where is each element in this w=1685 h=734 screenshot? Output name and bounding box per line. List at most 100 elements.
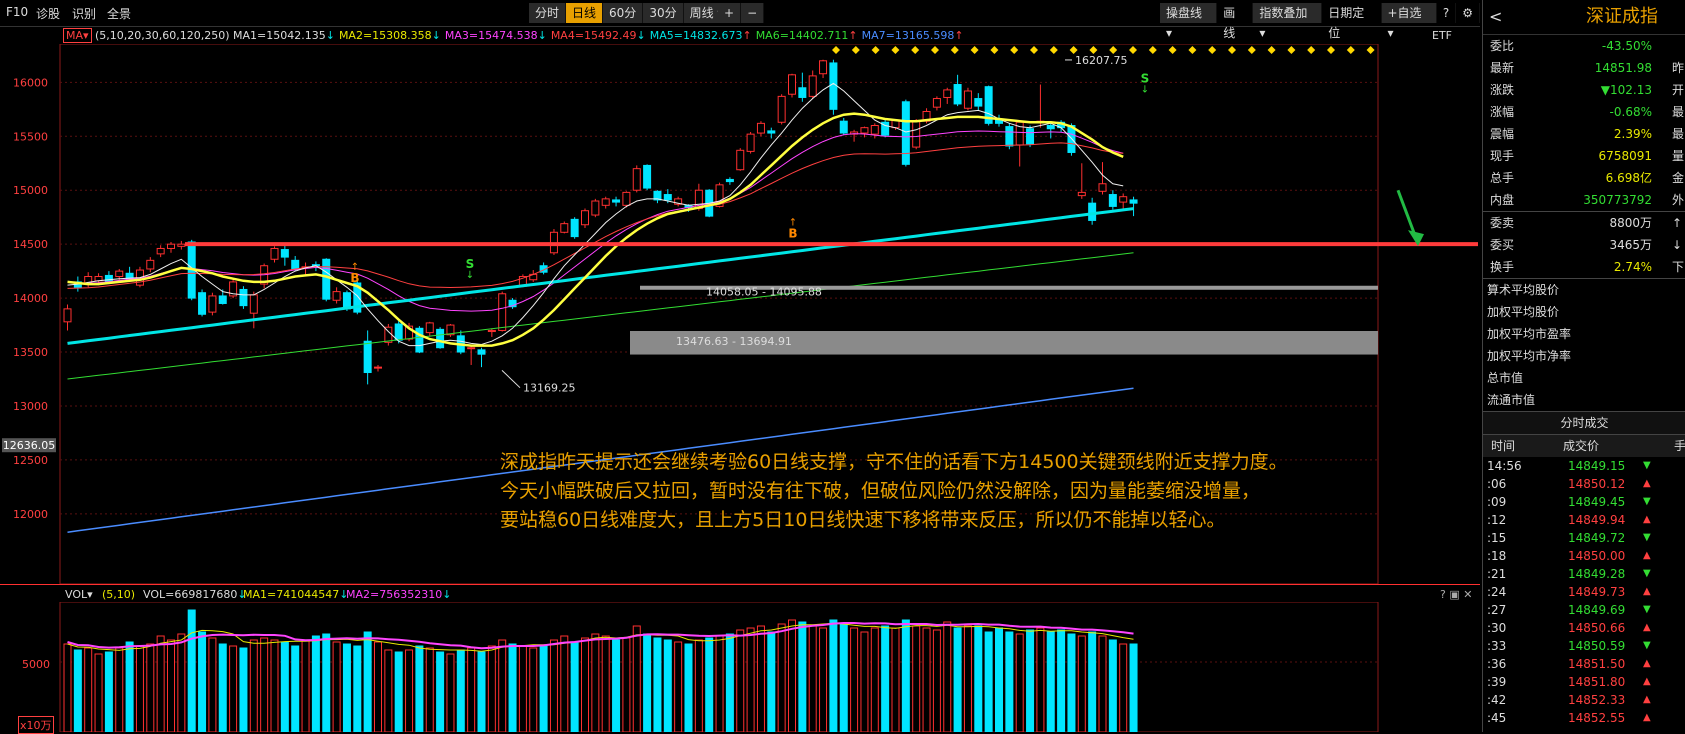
fullscreen-button[interactable]: 全景 (107, 5, 131, 22)
signal-diamond-icon (1247, 46, 1256, 54)
volume-chart[interactable] (0, 602, 1480, 732)
back-icon[interactable]: < (1489, 0, 1502, 34)
watchlist-button[interactable]: +自选 ▾ (1381, 3, 1437, 40)
candle-body (208, 295, 217, 313)
candle-body (581, 210, 589, 226)
tab-period-1[interactable]: 日线 (566, 3, 604, 23)
trade-price: 14850.59 (1568, 639, 1626, 653)
ma-selector[interactable]: MA▾ (63, 28, 92, 43)
volume-bar (829, 619, 838, 732)
help-icon[interactable]: ? (1436, 3, 1457, 23)
volume-bar (591, 633, 600, 732)
candle-body (374, 366, 382, 369)
tab-period-3[interactable]: 30分 (643, 3, 684, 23)
index-stat-item[interactable]: 流通市值 (1483, 389, 1685, 411)
y-tick-label: 16000 (13, 76, 48, 89)
volume-bar (622, 637, 631, 732)
trade-time: :12 (1487, 513, 1507, 527)
signal-diamond-icon (1049, 46, 1058, 54)
signal-diamond-icon (1208, 46, 1217, 54)
candle-body (322, 258, 331, 300)
vol-ma2-text: MA2=756352310 (346, 588, 443, 601)
order-label: 换手 (1490, 260, 1515, 274)
signal-diamond-icon (950, 46, 959, 54)
ma-value-text: MA7=13165.598 (861, 29, 955, 42)
up-arrow-icon: ▲ (1643, 676, 1651, 687)
candle-body (425, 322, 434, 334)
volume-bar (539, 645, 548, 732)
candle-body (156, 247, 165, 255)
f10-button[interactable]: F10 (6, 5, 28, 19)
zoom-out-button[interactable]: − (741, 3, 765, 23)
volume-bar (901, 619, 910, 732)
quote-extra: 昨 (1672, 61, 1685, 75)
tab-period-0[interactable]: 分时 (529, 3, 567, 23)
volume-bar (705, 637, 714, 732)
index-stat-item[interactable]: 总市值 (1483, 367, 1685, 389)
trade-time: :15 (1487, 531, 1507, 545)
volume-ma1: MA1=741044547↓ (243, 588, 348, 601)
signal-diamond-icon (1327, 46, 1335, 54)
ma-value-3: MA3=15474.538↓ (445, 29, 547, 42)
candle-body (767, 130, 776, 134)
down-arrow-icon (1396, 189, 1418, 239)
trade-price: 14850.12 (1568, 477, 1626, 491)
annotation-line-2: 今天小幅跌破后又拉回，暂时没有往下破，但破位风险仍然没解除，因为量能萎缩没增量， (500, 480, 1261, 502)
down-arrow-icon: ▼ (1643, 496, 1651, 507)
trade-row: :15 14849.72 ▼ (1483, 529, 1685, 547)
candle-body (249, 294, 258, 314)
order-extra: ↓ (1672, 238, 1683, 252)
ma-value-1: MA1=15042.135↓ (233, 29, 335, 42)
volume-bar (581, 637, 589, 732)
down-arrow-icon: ▼ (1643, 532, 1651, 543)
trade-price: 14849.28 (1568, 567, 1626, 581)
trade-row: 14:56 14849.15 ▼ (1483, 457, 1685, 475)
trade-price: 14852.55 (1568, 711, 1626, 725)
volume-bar (73, 649, 82, 732)
candle-body (1046, 125, 1055, 130)
draw-line-button[interactable]: 画线 (1217, 3, 1254, 40)
date-locate-button[interactable]: 日期定位 (1322, 3, 1382, 40)
volume-panel-icons[interactable]: ? ▣ ✕ (1440, 588, 1472, 601)
trading-line-button[interactable]: 操盘线 ▾ (1160, 3, 1218, 40)
volume-bar (725, 633, 734, 732)
settings-icon[interactable]: ⚙ (1456, 3, 1480, 23)
volume-bar (1026, 629, 1035, 732)
trade-row: :27 14849.69 ▼ (1483, 601, 1685, 619)
trade-row: :33 14850.59 ▼ (1483, 637, 1685, 655)
index-stat-item[interactable]: 加权平均股价 (1483, 301, 1685, 323)
volume-bar (963, 625, 972, 732)
candle-body (974, 98, 983, 107)
volume-selector[interactable]: VOL▾ (65, 588, 93, 601)
zone2-label: 13476.63 - 13694.91 (676, 335, 792, 348)
tab-period-2[interactable]: 60分 (603, 3, 644, 23)
current-price-tag: 12636.05 (3, 439, 56, 452)
trades-list[interactable]: 14:56 14849.15 ▼:06 14850.12 ▲:09 14849.45 ▼:1… (1483, 457, 1685, 727)
index-overlay-button[interactable]: 指数叠加 ▾ (1253, 3, 1323, 40)
etf-label[interactable]: ETF (1432, 29, 1452, 42)
candle-body (912, 120, 921, 148)
volume-bar (94, 653, 103, 732)
quote-row: 涨跌 ▼102.13 开 (1483, 79, 1685, 101)
volume-bar (601, 635, 610, 732)
down-arrow-icon: ▼ (1643, 640, 1651, 651)
zoom-in-button[interactable]: + (718, 3, 742, 23)
up-arrow-icon: ▲ (1643, 712, 1651, 723)
candle-body (963, 90, 972, 109)
index-stat-item[interactable]: 算术平均股价 (1483, 279, 1685, 301)
volume-bar (394, 651, 403, 732)
index-stat-item[interactable]: 加权平均市盈率 (1483, 323, 1685, 345)
order-extra: ↑ (1672, 216, 1683, 230)
quote-value: 6758091 (1598, 149, 1652, 163)
quote-row: 震幅 2.39% 最 (1483, 123, 1685, 145)
candle-body (756, 122, 765, 134)
order-value: 3465万 (1609, 238, 1652, 252)
index-stat-item[interactable]: 加权平均市净率 (1483, 345, 1685, 367)
high-label: 16207.75 (1075, 54, 1128, 67)
volume-bar (270, 639, 279, 732)
quote-extra: 最 (1672, 127, 1685, 141)
identify-button[interactable]: 识别 (72, 5, 96, 22)
trade-time: :45 (1487, 711, 1507, 725)
volume-bar (1046, 631, 1055, 732)
diagnose-button[interactable]: 诊股 (36, 5, 60, 22)
